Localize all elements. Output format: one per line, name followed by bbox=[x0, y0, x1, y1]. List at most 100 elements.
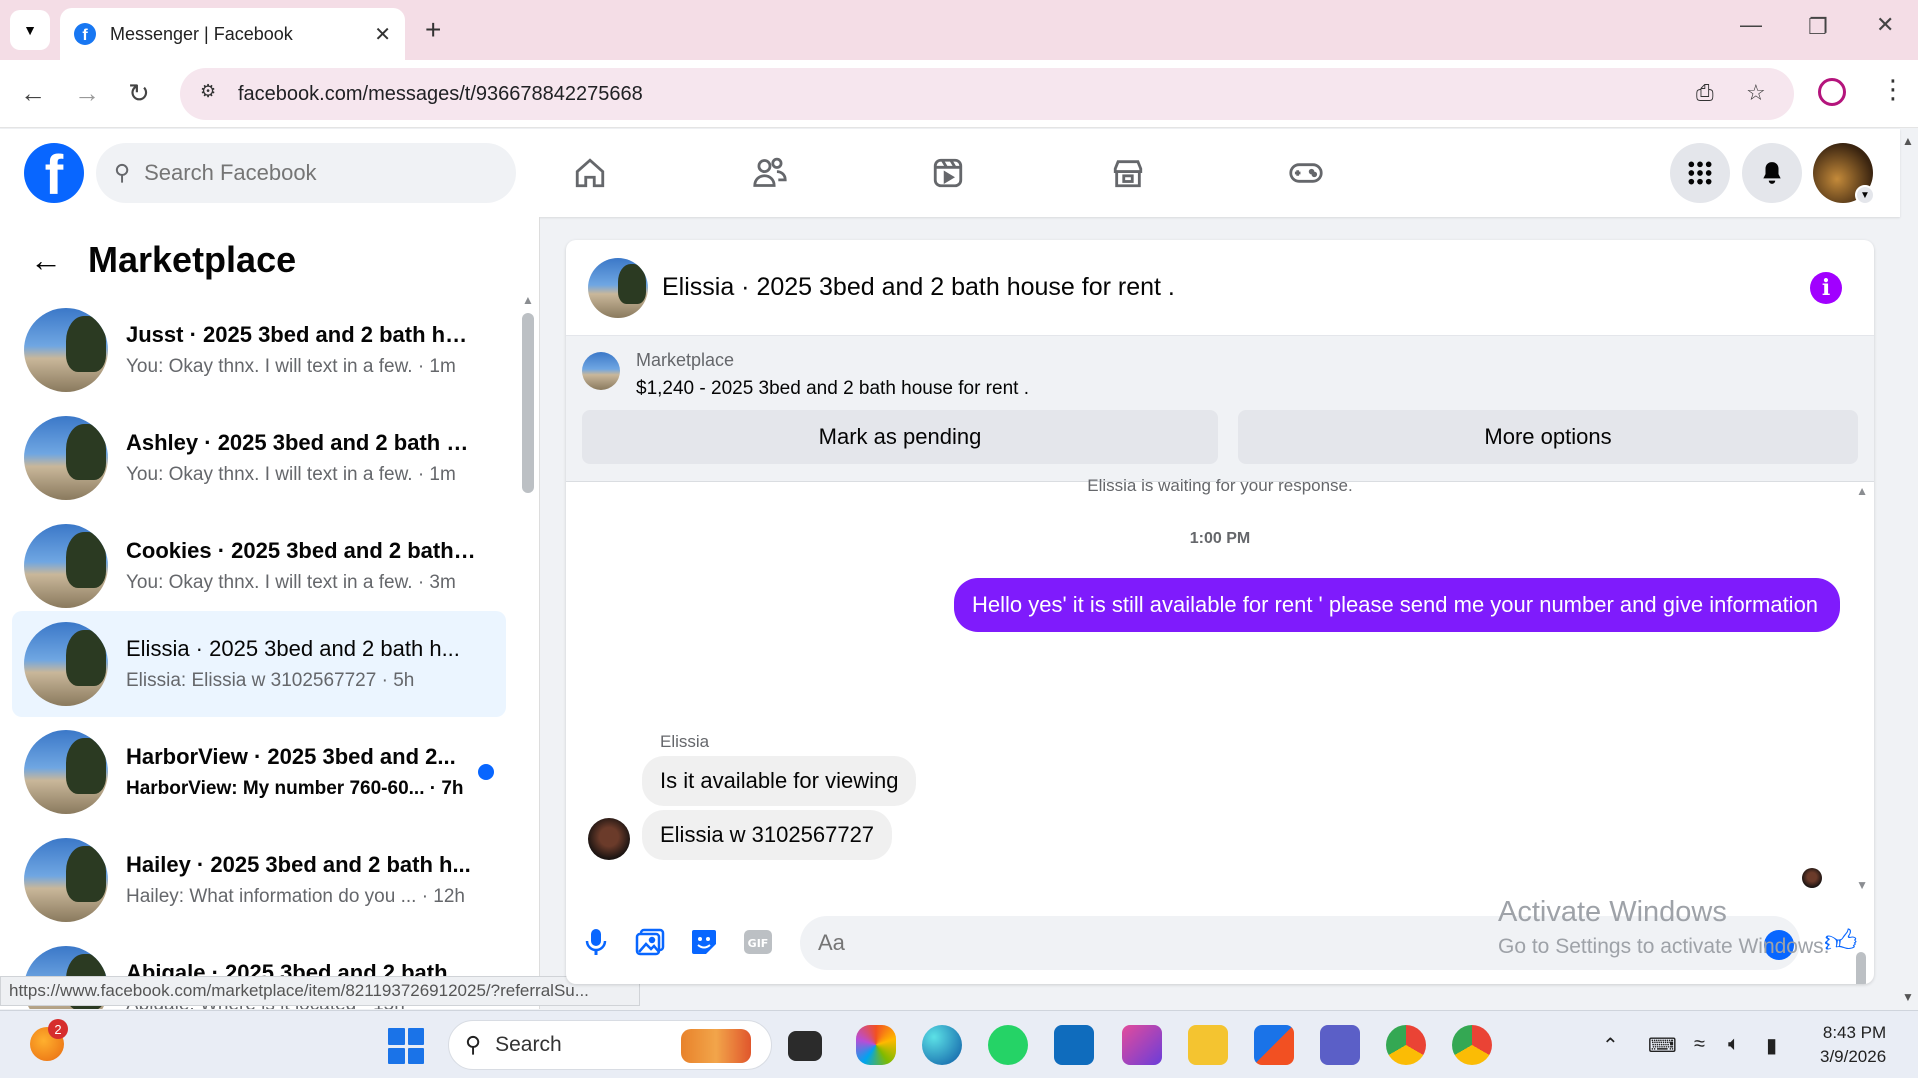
chat-title[interactable]: Elissia · 2025 3bed and 2 bath house for… bbox=[662, 273, 1175, 302]
sender-avatar[interactable] bbox=[588, 818, 630, 860]
friends-icon[interactable] bbox=[748, 151, 792, 195]
menu-grid-icon[interactable] bbox=[1670, 143, 1730, 203]
file-explorer-icon[interactable] bbox=[1188, 1025, 1228, 1065]
keyboard-icon[interactable]: ⌨ bbox=[1648, 1033, 1677, 1058]
volume-icon[interactable]: 🔈︎ bbox=[1728, 1033, 1740, 1056]
scroll-up-arrow-icon[interactable]: ▲ bbox=[522, 293, 534, 307]
url-text[interactable]: facebook.com/messages/t/936678842275668 bbox=[238, 83, 643, 106]
photo-icon[interactable] bbox=[634, 926, 666, 958]
windows-taskbar: 2 ⚲ Search ⌃ ⌨ ≈ 🔈︎ ▮ 8:43 PM 3/9/2026 bbox=[0, 1010, 1918, 1078]
install-app-icon[interactable]: ⎙ bbox=[1696, 80, 1714, 106]
microphone-icon[interactable] bbox=[580, 926, 612, 958]
snipping-tool-icon[interactable] bbox=[1122, 1025, 1162, 1065]
gif-icon[interactable]: GIF bbox=[742, 926, 774, 958]
mark-as-pending-button[interactable]: Mark as pending bbox=[582, 410, 1218, 464]
search-icon: ⚲ bbox=[114, 160, 131, 185]
task-view-icon[interactable] bbox=[788, 1031, 822, 1061]
chrome-profile-icon[interactable] bbox=[1818, 78, 1846, 106]
sticker-icon[interactable] bbox=[688, 926, 720, 958]
unread-dot-icon bbox=[478, 764, 494, 780]
conversation-item[interactable]: Cookies · 2025 3bed and 2 bath ... You: … bbox=[12, 513, 506, 619]
chrome-profile-2-icon[interactable] bbox=[1452, 1025, 1492, 1065]
tab-title: Messenger | Facebook bbox=[110, 23, 293, 44]
show-hidden-icons-icon[interactable]: ⌃ bbox=[1602, 1033, 1619, 1058]
more-options-button[interactable]: More options bbox=[1238, 410, 1858, 464]
tab-search-button[interactable]: ▼ bbox=[10, 10, 50, 50]
listing-thumbnail bbox=[24, 838, 108, 922]
listing-thumbnail bbox=[24, 416, 108, 500]
outlook-icon[interactable] bbox=[1054, 1025, 1094, 1065]
sender-name: Elissia bbox=[660, 732, 710, 751]
whatsapp-icon[interactable] bbox=[988, 1025, 1028, 1065]
conversation-item[interactable]: Ashley · 2025 3bed and 2 bath h... You: … bbox=[12, 405, 506, 511]
teams-icon[interactable] bbox=[1320, 1025, 1360, 1065]
listing-thumbnail bbox=[582, 352, 620, 390]
taskbar-search-label: Search bbox=[495, 1033, 562, 1056]
listing-thumbnail bbox=[24, 524, 108, 608]
video-icon[interactable] bbox=[926, 151, 970, 195]
incoming-message[interactable]: Elissia w 3102567727 bbox=[642, 810, 893, 860]
omnibox[interactable]: ⚙ facebook.com/messages/t/93667884227566… bbox=[180, 68, 1794, 120]
facebook-header: f ⚲ ▼ bbox=[0, 129, 1900, 217]
restore-icon[interactable]: ❐ bbox=[1808, 14, 1828, 40]
chrome-icon[interactable] bbox=[1386, 1025, 1426, 1065]
panel-header: ← Marketplace bbox=[30, 239, 296, 281]
browser-tab[interactable]: f Messenger | Facebook ✕ bbox=[60, 8, 405, 60]
page-scroll-down-icon[interactable]: ▼ bbox=[1902, 990, 1914, 1004]
chat-header: Elissia · 2025 3bed and 2 bath house for… bbox=[566, 240, 1874, 336]
conversation-item[interactable]: Jusst · 2025 3bed and 2 bath ho... You: … bbox=[12, 297, 506, 403]
battery-icon[interactable]: ▮ bbox=[1766, 1033, 1777, 1058]
browser-tab-bar: ▼ f Messenger | Facebook ✕ + — ❐ ✕ bbox=[0, 0, 1918, 60]
chevron-down-icon: ▼ bbox=[1855, 185, 1875, 205]
facebook-search-input[interactable] bbox=[144, 160, 465, 186]
page-scroll-up-icon[interactable]: ▲ bbox=[1902, 134, 1914, 148]
conversation-scrollbar[interactable] bbox=[522, 313, 534, 493]
conversation-name: Jusst · 2025 3bed and 2 bath ho... bbox=[126, 322, 476, 347]
home-icon[interactable] bbox=[568, 151, 612, 195]
conversation-item-unread[interactable]: HarborView · 2025 3bed and 2... HarborVi… bbox=[12, 719, 506, 825]
microsoft-store-icon[interactable] bbox=[1254, 1025, 1294, 1065]
copilot-icon[interactable] bbox=[856, 1025, 896, 1065]
windows-start-icon[interactable] bbox=[388, 1028, 424, 1064]
wifi-icon[interactable]: ≈ bbox=[1694, 1033, 1705, 1056]
gaming-icon[interactable] bbox=[1284, 151, 1328, 195]
notifications-bell-icon[interactable] bbox=[1742, 143, 1802, 203]
listing-thumbnail bbox=[24, 730, 108, 814]
listing-title[interactable]: $1,240 - 2025 3bed and 2 bath house for … bbox=[636, 378, 1029, 400]
info-icon[interactable]: i bbox=[1810, 272, 1842, 304]
scroll-down-arrow-icon[interactable]: ▼ bbox=[1856, 878, 1868, 892]
conversation-name: Hailey · 2025 3bed and 2 bath h... bbox=[126, 852, 471, 877]
new-tab-button[interactable]: + bbox=[425, 14, 441, 46]
taskbar-search[interactable]: ⚲ Search bbox=[448, 1020, 772, 1070]
system-clock[interactable]: 8:43 PM 3/9/2026 bbox=[1820, 1021, 1886, 1069]
back-arrow-icon[interactable]: ← bbox=[30, 242, 62, 279]
marketplace-label: Marketplace bbox=[636, 350, 735, 370]
incoming-message[interactable]: Is it available for viewing bbox=[642, 756, 917, 806]
scroll-up-arrow-icon[interactable]: ▲ bbox=[1856, 484, 1868, 498]
facebook-favicon-icon: f bbox=[74, 23, 96, 45]
minimize-icon[interactable]: — bbox=[1740, 12, 1762, 38]
address-bar: ← → ↻ ⚙ facebook.com/messages/t/93667884… bbox=[0, 60, 1918, 128]
message-timestamp: 1:00 PM bbox=[1189, 530, 1251, 547]
forward-icon[interactable]: → bbox=[74, 78, 100, 109]
facebook-logo[interactable]: f bbox=[24, 143, 84, 203]
waiting-notice: Elissia is waiting for your response. bbox=[1087, 476, 1353, 495]
outgoing-message[interactable]: Hello yes' it is still available for ren… bbox=[954, 578, 1840, 632]
chrome-menu-icon[interactable]: ⋮ bbox=[1880, 74, 1906, 105]
close-window-icon[interactable]: ✕ bbox=[1876, 12, 1894, 38]
back-icon[interactable]: ← bbox=[20, 78, 46, 109]
listing-thumbnail bbox=[24, 622, 108, 706]
conversation-name: Cookies · 2025 3bed and 2 bath ... bbox=[126, 538, 476, 563]
close-tab-button[interactable]: ✕ bbox=[374, 22, 391, 47]
chat-avatar[interactable] bbox=[588, 257, 648, 318]
site-settings-icon[interactable]: ⚙ bbox=[200, 81, 226, 107]
bookmark-star-icon[interactable]: ☆ bbox=[1746, 80, 1766, 106]
reload-icon[interactable]: ↻ bbox=[128, 78, 150, 109]
conversation-item[interactable]: Hailey · 2025 3bed and 2 bath h... Haile… bbox=[12, 827, 506, 933]
conversation-item-active[interactable]: Elissia · 2025 3bed and 2 bath h... Elis… bbox=[12, 611, 506, 717]
account-avatar[interactable]: ▼ bbox=[1813, 143, 1875, 205]
panel-title: Marketplace bbox=[88, 239, 297, 280]
edge-browser-icon[interactable] bbox=[922, 1025, 962, 1065]
facebook-search[interactable]: ⚲ bbox=[96, 143, 516, 203]
marketplace-icon[interactable] bbox=[1106, 151, 1150, 195]
